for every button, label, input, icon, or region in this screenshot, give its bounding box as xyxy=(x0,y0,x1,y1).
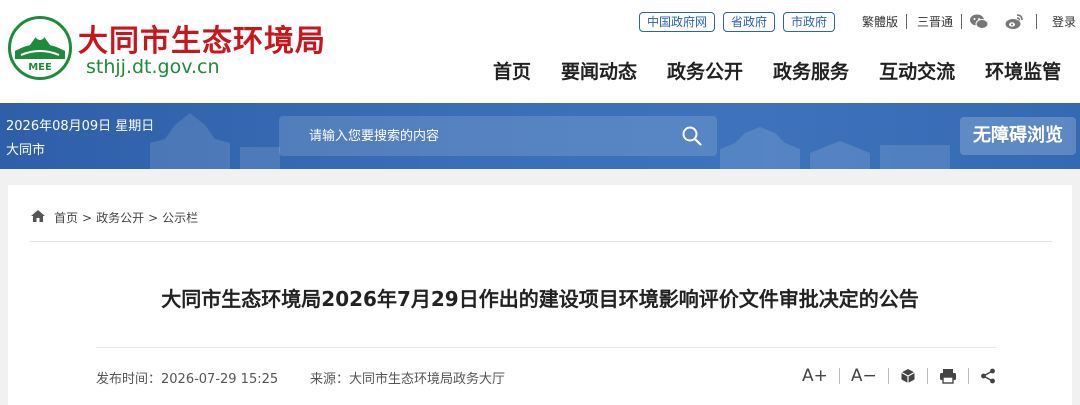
gov-links: 中国政府网 省政府 市政府 xyxy=(639,12,836,32)
util-divider xyxy=(961,14,962,29)
breadcrumb-separator: > xyxy=(82,210,93,225)
tool-divider xyxy=(926,368,928,384)
tool-divider xyxy=(887,368,889,384)
article-tools: A+ A− xyxy=(802,366,996,386)
nav-home[interactable]: 首页 xyxy=(493,60,531,84)
share-icon[interactable] xyxy=(980,368,996,384)
accessibility-button[interactable]: 无障碍浏览 xyxy=(960,117,1076,155)
login-link[interactable]: 登录 xyxy=(1052,14,1076,30)
site-name[interactable]: 大同市生态环境局 xyxy=(78,16,326,60)
current-city: 大同市 xyxy=(6,143,46,158)
breadcrumb-public-affairs[interactable]: 政务公开 xyxy=(96,209,144,226)
gov-link-china[interactable]: 中国政府网 xyxy=(639,12,716,32)
search-icon[interactable] xyxy=(681,125,703,147)
article-source: 来源：大同市生态环境局政务大厅 xyxy=(310,372,506,387)
weibo-icon[interactable] xyxy=(1004,12,1024,32)
site-logo[interactable]: MEE xyxy=(8,16,72,80)
traditional-chinese-link[interactable]: 繁體版 xyxy=(862,14,898,30)
current-date: 2026年08月09日 星期日 xyxy=(6,119,155,134)
nav-services[interactable]: 政务服务 xyxy=(773,60,849,84)
print-icon[interactable] xyxy=(939,368,957,384)
breadcrumb-home[interactable]: 首页 xyxy=(54,209,78,226)
site-header: MEE 大同市生态环境局 sthjj.dt.gov.cn 中国政府网 省政府 市… xyxy=(0,0,1080,103)
font-increase-button[interactable]: A+ xyxy=(802,366,828,386)
home-icon[interactable] xyxy=(30,209,54,226)
article-panel: 首页 > 政务公开 > 公示栏 大同市生态环境局2026年7月29日作出的建设项… xyxy=(8,185,1072,405)
wechat-icon[interactable] xyxy=(969,12,989,32)
logo-text: MEE xyxy=(28,62,52,73)
gov-link-city[interactable]: 市政府 xyxy=(783,12,836,32)
breadcrumb-notice-board[interactable]: 公示栏 xyxy=(162,209,198,226)
gov-link-province[interactable]: 省政府 xyxy=(723,12,776,32)
font-decrease-button[interactable]: A− xyxy=(851,366,877,386)
divider xyxy=(30,241,1052,242)
tool-divider xyxy=(967,368,969,384)
banner: 2026年08月09日 星期日 大同市 无障碍浏览 xyxy=(0,103,1080,169)
util-divider xyxy=(906,14,907,29)
search-box xyxy=(279,116,717,156)
cube-icon[interactable] xyxy=(900,368,916,384)
search-input[interactable] xyxy=(279,116,669,156)
article-title: 大同市生态环境局2026年7月29日作出的建设项目环境影响评价文件审批决定的公告 xyxy=(161,287,919,311)
main-nav: 首页 要闻动态 政务公开 政务服务 互动交流 环境监管 xyxy=(493,60,1061,84)
tool-divider xyxy=(838,368,840,384)
divider xyxy=(96,347,996,348)
util-divider xyxy=(1036,14,1037,29)
nav-supervision[interactable]: 环境监管 xyxy=(985,60,1061,84)
nav-interaction[interactable]: 互动交流 xyxy=(879,60,955,84)
nav-news[interactable]: 要闻动态 xyxy=(561,60,637,84)
breadcrumb-separator: > xyxy=(148,210,159,225)
sanjintong-link[interactable]: 三晋通 xyxy=(917,14,953,30)
publish-time: 发布时间：2026-07-29 15:25 xyxy=(96,372,279,387)
nav-public-affairs[interactable]: 政务公开 xyxy=(667,60,743,84)
site-url: sthjj.dt.gov.cn xyxy=(86,56,220,78)
breadcrumb: 首页 > 政务公开 > 公示栏 xyxy=(30,209,198,226)
